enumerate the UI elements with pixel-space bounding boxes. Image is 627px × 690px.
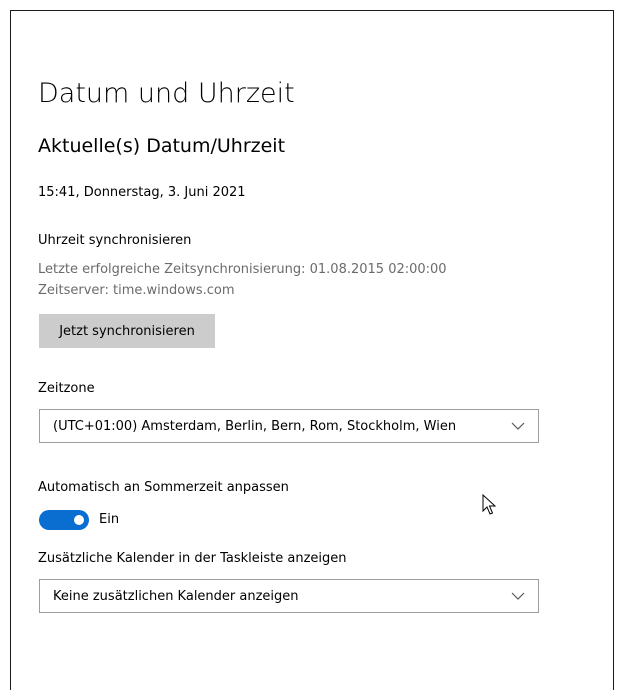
sync-heading: Uhrzeit synchronisieren xyxy=(38,233,192,248)
chevron-down-icon xyxy=(506,409,530,443)
dst-label: Automatisch an Sommerzeit anpassen xyxy=(38,480,289,495)
settings-window: Datum und Uhrzeit Aktuelle(s) Datum/Uhrz… xyxy=(10,10,614,690)
dst-toggle[interactable] xyxy=(39,510,89,530)
timezone-value: (UTC+01:00) Amsterdam, Berlin, Bern, Rom… xyxy=(53,418,457,434)
calendar-label: Zusätzliche Kalender in der Taskleiste a… xyxy=(38,551,347,566)
calendar-dropdown[interactable]: Keine zusätzlichen Kalender anzeigen xyxy=(39,579,539,613)
time-server-text: Zeitserver: time.windows.com xyxy=(38,283,235,298)
toggle-knob xyxy=(74,515,84,525)
calendar-value: Keine zusätzlichen Kalender anzeigen xyxy=(53,588,299,604)
chevron-down-icon xyxy=(506,579,530,613)
timezone-dropdown[interactable]: (UTC+01:00) Amsterdam, Berlin, Bern, Rom… xyxy=(39,409,539,443)
page-title: Datum und Uhrzeit xyxy=(38,78,295,109)
section-title: Aktuelle(s) Datum/Uhrzeit xyxy=(38,135,286,157)
dst-toggle-state: Ein xyxy=(99,512,120,527)
timezone-label: Zeitzone xyxy=(38,381,95,396)
sync-now-button[interactable]: Jetzt synchronisieren xyxy=(39,314,215,348)
last-sync-text: Letzte erfolgreiche Zeitsynchronisierung… xyxy=(38,262,447,277)
current-datetime: 15:41, Donnerstag, 3. Juni 2021 xyxy=(38,185,246,200)
mouse-cursor-icon xyxy=(482,493,497,520)
